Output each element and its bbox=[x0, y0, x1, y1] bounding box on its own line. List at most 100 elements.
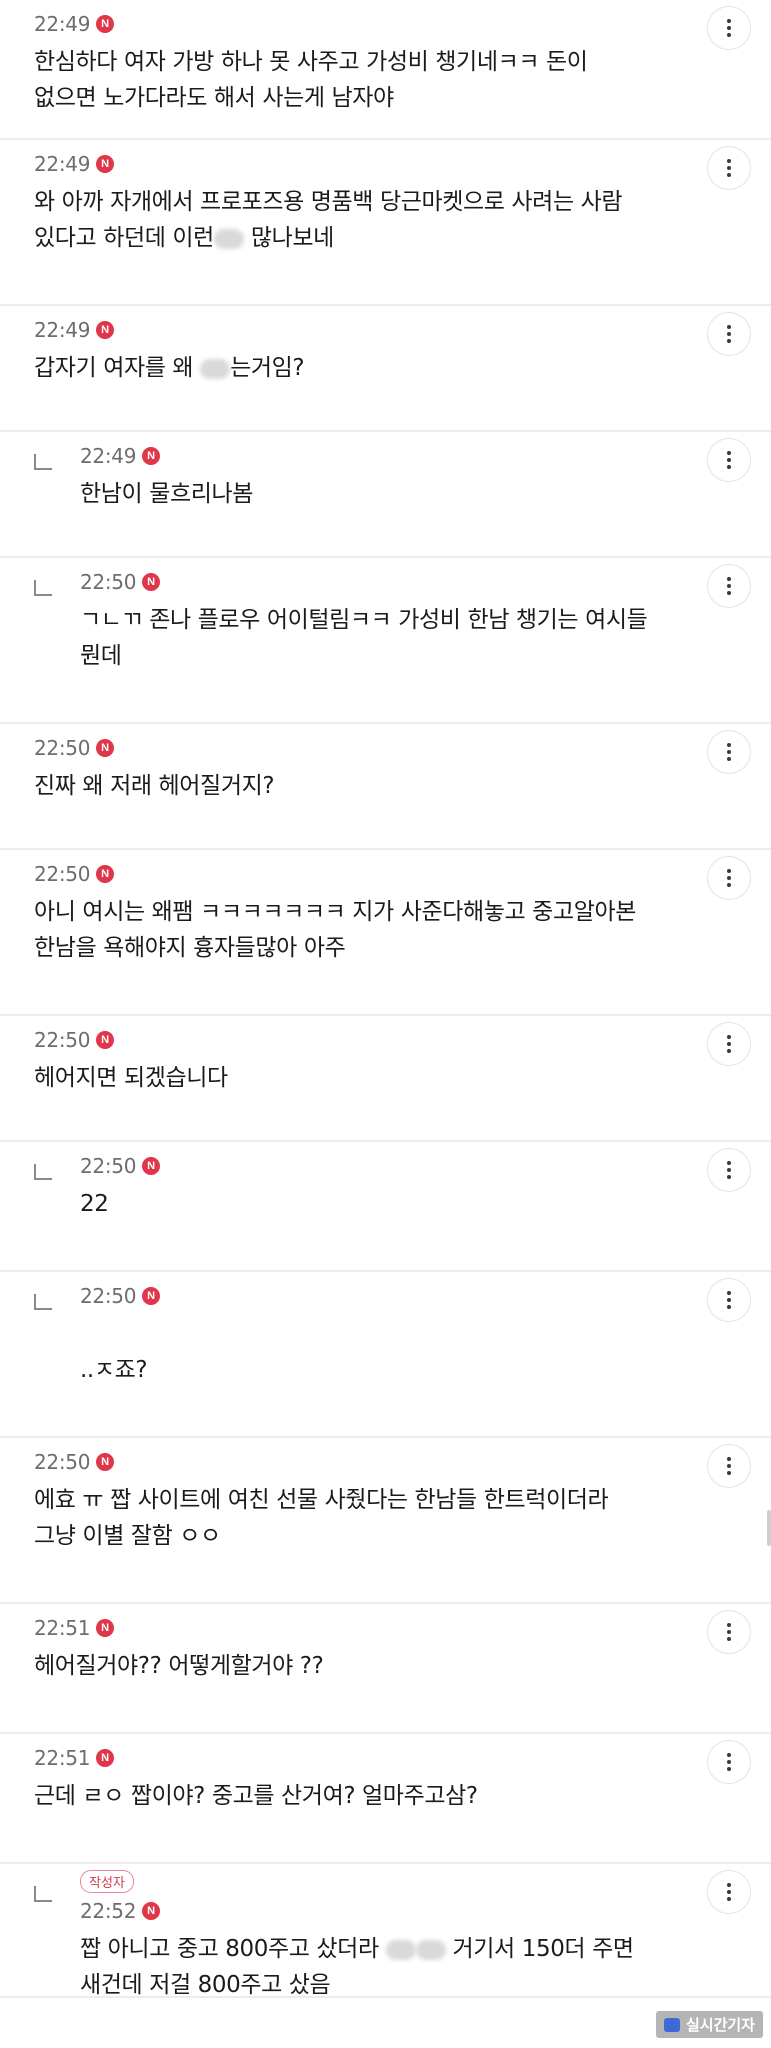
watermark: 실시간기자 bbox=[655, 2011, 763, 2038]
comment-meta: 22:51 N bbox=[34, 1746, 691, 1770]
comment-meta: 22:49 N bbox=[34, 12, 691, 36]
new-badge-icon: N bbox=[142, 1157, 161, 1175]
reply-comment: 22:50 N ㄱㄴㄲ 존나 플로우 어이털림ㅋㅋ 가성비 한남 챙기는 여시들 뭔… bbox=[0, 558, 771, 724]
more-vertical-icon-dot bbox=[727, 1168, 731, 1172]
comment: 22:50 N 아니 여시는 왜팸 ㅋㅋㅋㅋㅋㅋㅋ 지가 사준다해놓고 중고알아본 … bbox=[0, 850, 771, 1016]
new-badge-icon: N bbox=[96, 15, 115, 33]
more-options-button[interactable] bbox=[707, 1870, 751, 1914]
comment-text: 한남이 물흐리나봄 bbox=[80, 481, 253, 507]
more-vertical-icon-dot bbox=[727, 332, 731, 336]
more-vertical-icon-dot bbox=[727, 743, 731, 747]
redaction-blur bbox=[415, 1939, 446, 1960]
more-vertical-icon-dot bbox=[727, 1464, 731, 1468]
more-vertical-icon-dot bbox=[727, 19, 731, 23]
comment-time: 22:49 bbox=[80, 444, 137, 468]
more-vertical-icon-dot bbox=[727, 1471, 731, 1475]
more-vertical-icon-dot bbox=[727, 325, 731, 329]
new-badge-icon: N bbox=[142, 447, 161, 465]
redaction-blur bbox=[385, 1939, 416, 1960]
more-vertical-icon-dot bbox=[727, 577, 731, 581]
new-badge-icon: N bbox=[96, 865, 115, 883]
more-options-button[interactable] bbox=[707, 1740, 751, 1784]
more-options-button[interactable] bbox=[707, 1444, 751, 1488]
comment-text: 진짜 왜 저래 헤어질거지? bbox=[34, 773, 275, 799]
comment-time: 22:50 bbox=[80, 570, 137, 594]
reply-arrow-icon bbox=[34, 1164, 52, 1180]
more-options-button[interactable] bbox=[707, 1278, 751, 1322]
new-badge-icon: N bbox=[142, 1287, 161, 1305]
comment-meta: 22:50 N bbox=[34, 1028, 691, 1052]
reply-arrow-icon bbox=[34, 580, 52, 596]
comment-text: 짭 아니고 중고 800주고 샀더라 거기서 150더 주면 새건데 저걸 80… bbox=[80, 1936, 634, 1998]
comment-time: 22:50 bbox=[34, 736, 91, 760]
more-options-button[interactable] bbox=[707, 438, 751, 482]
comment-time: 22:51 bbox=[34, 1616, 91, 1640]
more-vertical-icon-dot bbox=[727, 159, 731, 163]
watermark-logo-icon bbox=[663, 2017, 680, 2032]
comment-meta: 22:52 N bbox=[80, 1899, 691, 1923]
more-options-button[interactable] bbox=[707, 730, 751, 774]
reply-comment: 22:50 N 22 bbox=[0, 1142, 771, 1272]
more-vertical-icon-dot bbox=[727, 1623, 731, 1627]
comment-text: 에효 ㅠ 짭 사이트에 여친 선물 사줬다는 한남들 한트럭이더라 그냥 이별 … bbox=[34, 1487, 609, 1549]
comment-meta: 22:49 N bbox=[34, 318, 691, 342]
comment-time: 22:50 bbox=[80, 1154, 137, 1178]
reply-arrow-icon bbox=[34, 454, 52, 470]
more-vertical-icon-dot bbox=[727, 1760, 731, 1764]
comment: 22:49 N 와 아까 자개에서 프로포즈용 명품백 당근마켓으로 사려는 사람 … bbox=[0, 140, 771, 306]
reply-comment: 22:49 N 한남이 물흐리나봄 bbox=[0, 432, 771, 558]
more-vertical-icon-dot bbox=[727, 1457, 731, 1461]
more-options-button[interactable] bbox=[707, 1610, 751, 1654]
more-vertical-icon-dot bbox=[727, 584, 731, 588]
new-badge-icon: N bbox=[96, 1749, 115, 1767]
new-badge-icon: N bbox=[142, 573, 161, 591]
more-vertical-icon-dot bbox=[727, 591, 731, 595]
comment-meta: 22:50 N bbox=[34, 862, 691, 886]
new-badge-icon: N bbox=[96, 1619, 115, 1637]
comment: 22:49 N 갑자기 여자를 왜 는거임? bbox=[0, 306, 771, 432]
more-options-button[interactable] bbox=[707, 312, 751, 356]
new-badge-icon: N bbox=[96, 1453, 115, 1471]
comment-text: 아니 여시는 왜팸 ㅋㅋㅋㅋㅋㅋㅋ 지가 사준다해놓고 중고알아본 한남을 욕해… bbox=[34, 899, 636, 961]
more-vertical-icon-dot bbox=[727, 757, 731, 761]
more-vertical-icon-dot bbox=[727, 1042, 731, 1046]
comment: 22:51 N 근데 ㄹㅇ 짭이야? 중고를 산거여? 얼마주고삼? bbox=[0, 1734, 771, 1864]
comment-meta: 22:50 N bbox=[34, 736, 691, 760]
more-vertical-icon-dot bbox=[727, 26, 731, 30]
more-vertical-icon-dot bbox=[727, 876, 731, 880]
more-options-button[interactable] bbox=[707, 6, 751, 50]
new-badge-icon: N bbox=[96, 739, 115, 757]
more-vertical-icon-dot bbox=[727, 869, 731, 873]
comment-text: 와 아까 자개에서 프로포즈용 명품백 당근마켓으로 사려는 사람 있다고 하던… bbox=[34, 189, 623, 251]
redaction-blur bbox=[213, 228, 244, 249]
reply-arrow-icon bbox=[34, 1886, 52, 1902]
scrollbar-thumb[interactable] bbox=[767, 1510, 771, 1546]
comment-meta: 22:49 N bbox=[80, 444, 691, 468]
more-vertical-icon-dot bbox=[727, 1291, 731, 1295]
more-vertical-icon-dot bbox=[727, 1637, 731, 1641]
more-vertical-icon-dot bbox=[727, 1753, 731, 1757]
more-options-button[interactable] bbox=[707, 856, 751, 900]
more-vertical-icon-dot bbox=[727, 166, 731, 170]
comment-list: 22:49 N 한심하다 여자 가방 하나 못 사주고 가성비 챙기네ㅋㅋ 돈이 없… bbox=[0, 0, 771, 1998]
comment-text: ..ㅈ죠? bbox=[80, 1357, 148, 1383]
comment-time: 22:49 bbox=[34, 12, 91, 36]
new-badge-icon: N bbox=[142, 1902, 161, 1920]
new-badge-icon: N bbox=[96, 321, 115, 339]
more-options-button[interactable] bbox=[707, 564, 751, 608]
more-options-button[interactable] bbox=[707, 1148, 751, 1192]
more-vertical-icon-dot bbox=[727, 1630, 731, 1634]
comment-time: 22:50 bbox=[34, 1028, 91, 1052]
comment-meta: 22:49 N bbox=[34, 152, 691, 176]
comment: 22:50 N 진짜 왜 저래 헤어질거지? bbox=[0, 724, 771, 850]
reply-comment: 작성자 22:52 N 짭 아니고 중고 800주고 샀더라 거기서 150더 주면 … bbox=[0, 1864, 771, 1998]
more-options-button[interactable] bbox=[707, 1022, 751, 1066]
more-vertical-icon-dot bbox=[727, 1049, 731, 1053]
more-options-button[interactable] bbox=[707, 146, 751, 190]
more-vertical-icon-dot bbox=[727, 1305, 731, 1309]
new-badge-icon: N bbox=[96, 155, 115, 173]
watermark-label: 실시간기자 bbox=[685, 2016, 755, 2034]
reply-arrow-icon bbox=[34, 1294, 52, 1310]
comment-text: ㄱㄴㄲ 존나 플로우 어이털림ㅋㅋ 가성비 한남 챙기는 여시들 뭔데 bbox=[80, 607, 648, 669]
comment-time: 22:50 bbox=[34, 862, 91, 886]
